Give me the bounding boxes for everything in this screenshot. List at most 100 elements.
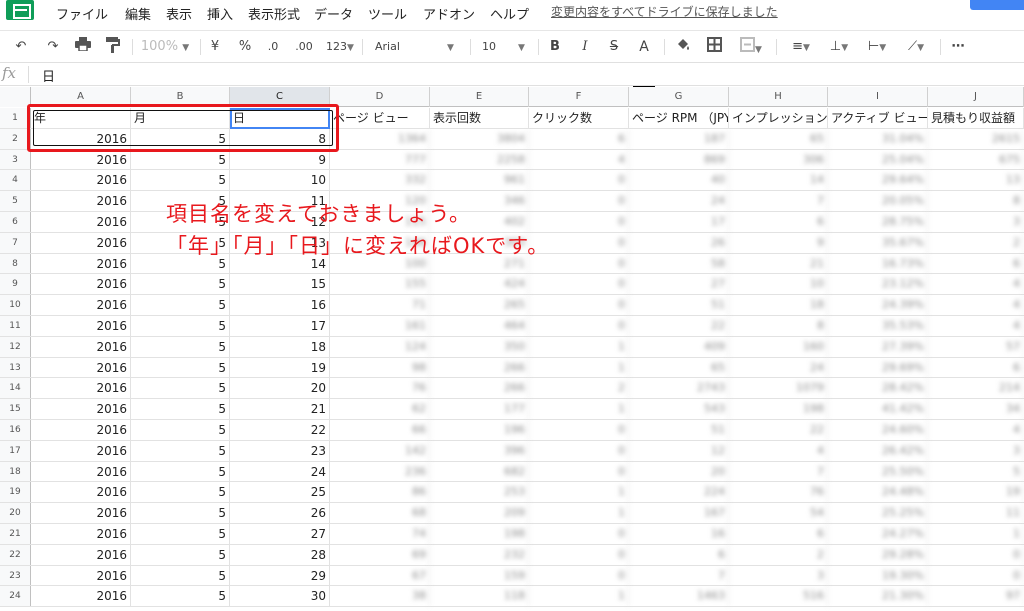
cell-day[interactable]: 23: [230, 440, 330, 461]
cell-month[interactable]: 5: [131, 128, 230, 149]
cell-year[interactable]: 2016: [31, 212, 131, 232]
number-format-select[interactable]: 123▼: [323, 37, 357, 57]
cell-blurred-j[interactable]: 6: [928, 357, 1024, 378]
cell-blurred-e[interactable]: 253: [430, 482, 529, 503]
row-number[interactable]: 21: [0, 524, 31, 544]
borders-icon[interactable]: [704, 37, 724, 57]
cell-blurred-f[interactable]: 1: [529, 503, 629, 523]
cell-year[interactable]: 2016: [31, 524, 131, 544]
cell-blurred-h[interactable]: 516: [729, 586, 828, 607]
cell-blurred-e[interactable]: 3804: [430, 128, 529, 149]
cell-blurred-g[interactable]: 869: [629, 149, 729, 170]
cell-blurred-h[interactable]: 14: [729, 170, 828, 191]
cell-blurred-h[interactable]: 6: [729, 524, 828, 544]
cell-day[interactable]: 26: [230, 503, 330, 523]
header-cell-j[interactable]: 見積もり収益額: [928, 108, 1024, 128]
cell-day[interactable]: 9: [230, 149, 330, 170]
cell-blurred-f[interactable]: 1: [529, 399, 629, 419]
cell-blurred-e[interactable]: 464: [430, 316, 529, 336]
cell-year[interactable]: 2016: [31, 170, 131, 191]
header-cell-d[interactable]: ページ ビュー: [330, 108, 430, 128]
row-number[interactable]: 20: [0, 503, 31, 523]
cell-blurred-e[interactable]: 196: [430, 420, 529, 440]
cell-year[interactable]: 2016: [31, 336, 131, 357]
cell-blurred-i[interactable]: 21.30%: [828, 586, 928, 607]
header-cell-g[interactable]: ページ RPM （JPY）: [629, 108, 729, 128]
header-cell-h[interactable]: インプレッション: [729, 108, 828, 128]
cell-blurred-e[interactable]: 159: [430, 565, 529, 586]
cell-day[interactable]: 19: [230, 357, 330, 378]
cell-blurred-f[interactable]: 1: [529, 336, 629, 357]
cell-blurred-h[interactable]: 8: [729, 316, 828, 336]
cell-blurred-i[interactable]: 26.42%: [828, 440, 928, 461]
cell-blurred-i[interactable]: 35.67%: [828, 232, 928, 253]
cell-blurred-d[interactable]: 86: [330, 482, 430, 503]
cell-year[interactable]: 2016: [31, 378, 131, 399]
cell-blurred-h[interactable]: 21: [729, 253, 828, 274]
row-number[interactable]: 12: [0, 336, 31, 357]
column-header-i[interactable]: I: [828, 87, 928, 107]
font-family-select[interactable]: Arial ▼: [375, 37, 459, 57]
cell-blurred-h[interactable]: 9: [729, 232, 828, 253]
cell-blurred-d[interactable]: 124: [330, 336, 430, 357]
cell-blurred-i[interactable]: 24.60%: [828, 420, 928, 440]
fill-color-icon[interactable]: [673, 37, 693, 57]
cell-blurred-h[interactable]: 198: [729, 399, 828, 419]
menu-view[interactable]: 表示: [166, 4, 192, 23]
cell-blurred-j[interactable]: 2: [928, 232, 1024, 253]
cell-blurred-i[interactable]: 19.30%: [828, 565, 928, 586]
cell-blurred-e[interactable]: 209: [430, 503, 529, 523]
cell-blurred-f[interactable]: 4: [529, 149, 629, 170]
menu-edit[interactable]: 編集: [125, 4, 151, 23]
cell-blurred-h[interactable]: 24: [729, 357, 828, 378]
cell-blurred-i[interactable]: 29.64%: [828, 170, 928, 191]
formula-input[interactable]: 日: [42, 66, 55, 85]
column-header-j[interactable]: J: [928, 87, 1024, 107]
cell-year[interactable]: 2016: [31, 232, 131, 253]
cell-day[interactable]: 24: [230, 461, 330, 482]
menu-tools[interactable]: ツール: [368, 4, 407, 23]
cell-day[interactable]: 16: [230, 295, 330, 315]
cell-blurred-d[interactable]: 142: [330, 440, 430, 461]
cell-blurred-h[interactable]: 306: [729, 149, 828, 170]
cell-blurred-i[interactable]: 20.05%: [828, 191, 928, 211]
cell-blurred-d[interactable]: 66: [330, 420, 430, 440]
cell-blurred-i[interactable]: 25.04%: [828, 149, 928, 170]
header-cell-f[interactable]: クリック数: [529, 108, 629, 128]
sheets-logo-icon[interactable]: [6, 0, 34, 20]
vertical-align-icon[interactable]: ⊥▼: [824, 37, 854, 57]
select-all-corner[interactable]: [0, 87, 31, 107]
cell-day[interactable]: 21: [230, 399, 330, 419]
column-header-f[interactable]: F: [529, 87, 629, 107]
cell-year[interactable]: 2016: [31, 191, 131, 211]
cell-blurred-g[interactable]: 187: [629, 128, 729, 149]
column-header-g[interactable]: G: [629, 87, 729, 107]
cell-day[interactable]: 15: [230, 274, 330, 295]
cell-blurred-f[interactable]: 0: [529, 420, 629, 440]
print-icon[interactable]: [72, 37, 94, 57]
row-number[interactable]: 15: [0, 399, 31, 419]
row-number[interactable]: 16: [0, 420, 31, 440]
row-number[interactable]: 3: [0, 149, 31, 170]
row-number[interactable]: 9: [0, 274, 31, 295]
cell-blurred-g[interactable]: 16: [629, 524, 729, 544]
cell-day[interactable]: 20: [230, 378, 330, 399]
paint-format-icon[interactable]: [102, 37, 124, 57]
cell-blurred-i[interactable]: 28.42%: [828, 378, 928, 399]
zoom-select[interactable]: 100% ▼: [140, 37, 190, 57]
cell-day[interactable]: 30: [230, 586, 330, 607]
row-number[interactable]: 17: [0, 440, 31, 461]
cell-month[interactable]: 5: [131, 524, 230, 544]
cell-month[interactable]: 5: [131, 420, 230, 440]
cell-month[interactable]: 5: [131, 378, 230, 399]
cell-blurred-f[interactable]: 0: [529, 565, 629, 586]
cell-year[interactable]: 2016: [31, 544, 131, 565]
cell-blurred-f[interactable]: 1: [529, 482, 629, 503]
cell-blurred-j[interactable]: 4: [928, 274, 1024, 295]
column-header-h[interactable]: H: [729, 87, 828, 107]
cell-blurred-f[interactable]: 1: [529, 586, 629, 607]
menu-addons[interactable]: アドオン: [423, 4, 475, 23]
menu-format[interactable]: 表示形式: [248, 4, 300, 23]
percent-format-button[interactable]: %: [236, 37, 254, 57]
undo-icon[interactable]: ↶: [10, 37, 32, 57]
